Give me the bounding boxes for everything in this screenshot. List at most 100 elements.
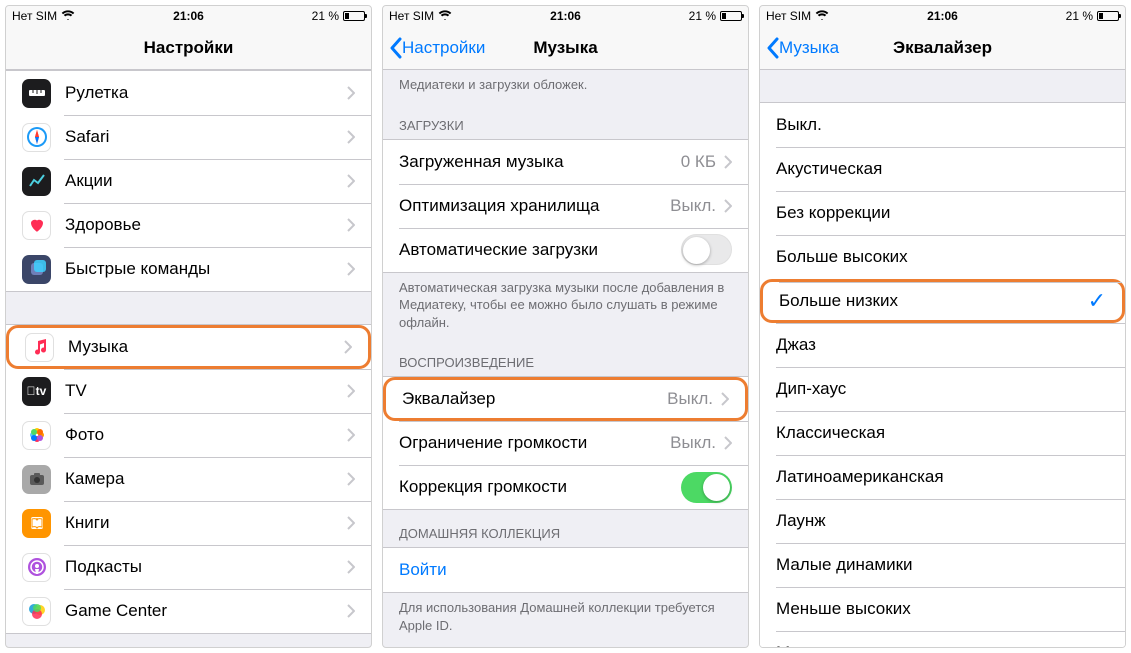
back-button[interactable]: Музыка (760, 37, 839, 59)
eq-option[interactable]: Дип-хаус (760, 367, 1125, 411)
option-label: Акустическая (776, 159, 1109, 179)
row-label: Safari (65, 127, 347, 147)
sound-check-toggle[interactable] (681, 472, 732, 503)
nav-bar: Настройки Музыка (383, 26, 748, 70)
eq-option[interactable]: Больше низких✓ (760, 279, 1125, 323)
footer-text: Автоматическая загрузка музыки после доб… (383, 273, 748, 340)
chevron-right-icon (721, 392, 729, 406)
eq-option[interactable]: Акустическая (760, 147, 1125, 191)
equalizer-options[interactable]: Выкл. Акустическая Без коррекции Больше выс… (760, 70, 1125, 647)
page-title: Настройки (6, 38, 371, 58)
chevron-right-icon (347, 472, 355, 486)
list-item[interactable]: Камера (6, 457, 371, 501)
row-label: Рулетка (65, 83, 347, 103)
section-header-home-sharing: ДОМАШНЯЯ КОЛЛЕКЦИЯ (383, 510, 748, 547)
eq-option[interactable]: Лаунж (760, 499, 1125, 543)
row-value: 0 КБ (681, 152, 716, 172)
option-label: Выкл. (776, 115, 1109, 135)
list-item[interactable]: Подкасты (6, 545, 371, 589)
downloaded-music-row[interactable]: Загруженная музыка 0 КБ (383, 140, 748, 184)
row-label: Быстрые команды (65, 259, 347, 279)
battery-icon (720, 11, 742, 21)
app-icon (22, 421, 51, 450)
sign-in-row[interactable]: Войти (383, 548, 748, 592)
option-label: Дип-хаус (776, 379, 1109, 399)
auto-download-toggle[interactable] (681, 234, 732, 265)
equalizer-row[interactable]: Эквалайзер Выкл. (383, 377, 748, 421)
auto-download-row[interactable]: Автоматические загрузки (383, 228, 748, 272)
eq-option[interactable]: Больше высоких (760, 235, 1125, 279)
list-item[interactable]: Акции (6, 159, 371, 203)
row-label: Камера (65, 469, 347, 489)
app-icon (22, 255, 51, 284)
eq-option[interactable]: Без коррекции (760, 191, 1125, 235)
row-label: Здоровье (65, 215, 347, 235)
app-icon (25, 333, 54, 362)
settings-root-screen: Нет SIM 21:06 21 % Настройки РулеткаSafa… (5, 5, 372, 648)
chevron-right-icon (347, 262, 355, 276)
eq-option[interactable]: Малые динамики (760, 543, 1125, 587)
eq-option[interactable]: Меньше высоких (760, 587, 1125, 631)
eq-option[interactable]: Латиноамериканская (760, 455, 1125, 499)
app-icon (22, 465, 51, 494)
chevron-right-icon (724, 155, 732, 169)
volume-limit-row[interactable]: Ограничение громкости Выкл. (383, 421, 748, 465)
eq-option[interactable]: Классическая (760, 411, 1125, 455)
eq-option[interactable]: Джаз (760, 323, 1125, 367)
app-icon: tv (22, 377, 51, 406)
list-item[interactable]: Музыка (6, 325, 371, 369)
chevron-right-icon (347, 516, 355, 530)
row-label: Автоматические загрузки (399, 240, 681, 260)
row-label: Музыка (68, 337, 344, 357)
music-settings-content[interactable]: Медиатеки и загрузки обложек. ЗАГРУЗКИ З… (383, 70, 748, 647)
settings-list[interactable]: Рулетка Safari Акции Здоровье Быстрые команд… (6, 70, 371, 647)
section-header-playback: ВОСПРОИЗВЕДЕНИЕ (383, 339, 748, 376)
list-item[interactable]: Game Center (6, 589, 371, 633)
clock: 21:06 (6, 9, 371, 23)
battery-icon (1097, 11, 1119, 21)
list-item[interactable]: Рулетка (6, 71, 371, 115)
option-label: Малые динамики (776, 555, 1109, 575)
row-label: Фото (65, 425, 347, 445)
row-label: Загруженная музыка (399, 152, 681, 172)
chevron-right-icon (724, 199, 732, 213)
footer-text: Для использования Домашней коллекции тре… (383, 593, 748, 642)
option-label: Классическая (776, 423, 1109, 443)
sound-check-row[interactable]: Коррекция громкости (383, 465, 748, 509)
chevron-right-icon (347, 174, 355, 188)
equalizer-screen: Нет SIM 21:06 21 % Музыка Эквалайзер Вык… (759, 5, 1126, 648)
option-label: Больше высоких (776, 247, 1109, 267)
chevron-right-icon (347, 384, 355, 398)
list-item[interactable]: Safari (6, 115, 371, 159)
option-label: Лаунж (776, 511, 1109, 531)
option-label: Без коррекции (776, 203, 1109, 223)
status-bar: Нет SIM 21:06 21 % (760, 6, 1125, 26)
back-label: Музыка (779, 38, 839, 58)
row-value: Выкл. (670, 433, 716, 453)
checkmark-icon: ✓ (1088, 288, 1106, 314)
app-icon (22, 553, 51, 582)
section-header-downloads: ЗАГРУЗКИ (383, 102, 748, 139)
chevron-right-icon (347, 130, 355, 144)
list-item[interactable]: Книги (6, 501, 371, 545)
option-label: Меньше высоких (776, 599, 1109, 619)
chevron-right-icon (347, 218, 355, 232)
row-label: Книги (65, 513, 347, 533)
optimize-storage-row[interactable]: Оптимизация хранилища Выкл. (383, 184, 748, 228)
back-button[interactable]: Настройки (383, 37, 485, 59)
option-label: Больше низких (779, 291, 1088, 311)
list-item[interactable]: tvTV (6, 369, 371, 413)
music-settings-screen: Нет SIM 21:06 21 % Настройки Музыка Меди… (382, 5, 749, 648)
clock: 21:06 (383, 9, 748, 23)
status-bar: Нет SIM 21:06 21 % (383, 6, 748, 26)
list-item[interactable]: Здоровье (6, 203, 371, 247)
chevron-right-icon (724, 436, 732, 450)
eq-option[interactable]: Меньше низких (760, 631, 1125, 647)
back-label: Настройки (402, 38, 485, 58)
nav-bar: Настройки (6, 26, 371, 70)
row-label: Подкасты (65, 557, 347, 577)
list-item[interactable]: Быстрые команды (6, 247, 371, 291)
app-icon (22, 597, 51, 626)
eq-option[interactable]: Выкл. (760, 103, 1125, 147)
list-item[interactable]: Фото (6, 413, 371, 457)
